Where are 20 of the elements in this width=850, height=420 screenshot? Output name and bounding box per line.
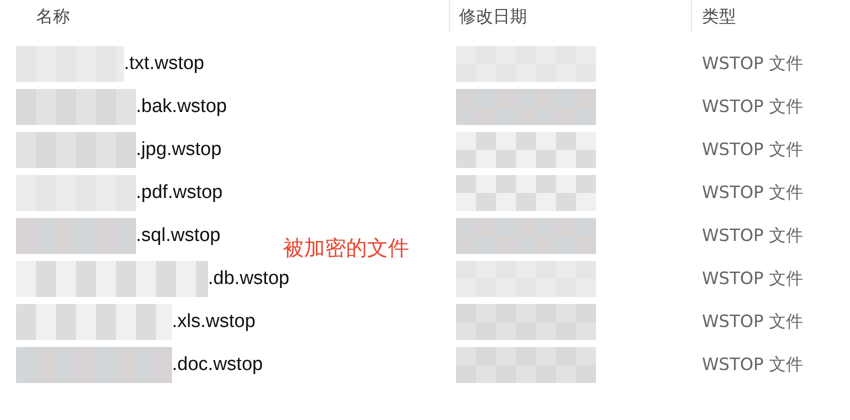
file-type: WSTOP 文件 [702,268,804,290]
file-name[interactable]: .txt.wstop [124,52,204,74]
file-type: WSTOP 文件 [702,225,804,247]
file-type: WSTOP 文件 [702,182,804,204]
file-type: WSTOP 文件 [702,139,804,161]
column-header[interactable]: 修改日期 [459,4,527,28]
annotation-label: 被加密的文件 [283,235,409,262]
file-name[interactable]: .jpg.wstop [136,138,222,160]
file-name[interactable]: .pdf.wstop [136,182,223,204]
file-name[interactable]: .sql.wstop [136,224,220,246]
file-name[interactable]: .xls.wstop [172,310,256,332]
column-header[interactable]: 类型 [702,4,736,28]
file-type: WSTOP 文件 [702,96,804,118]
file-type: WSTOP 文件 [702,53,804,75]
file-name[interactable]: .bak.wstop [136,96,227,118]
column-header[interactable]: 名称 [36,4,70,28]
file-type: WSTOP 文件 [702,354,804,376]
file-name[interactable]: .doc.wstop [172,354,263,376]
file-name[interactable]: .db.wstop [208,268,290,290]
file-type: WSTOP 文件 [702,311,804,333]
